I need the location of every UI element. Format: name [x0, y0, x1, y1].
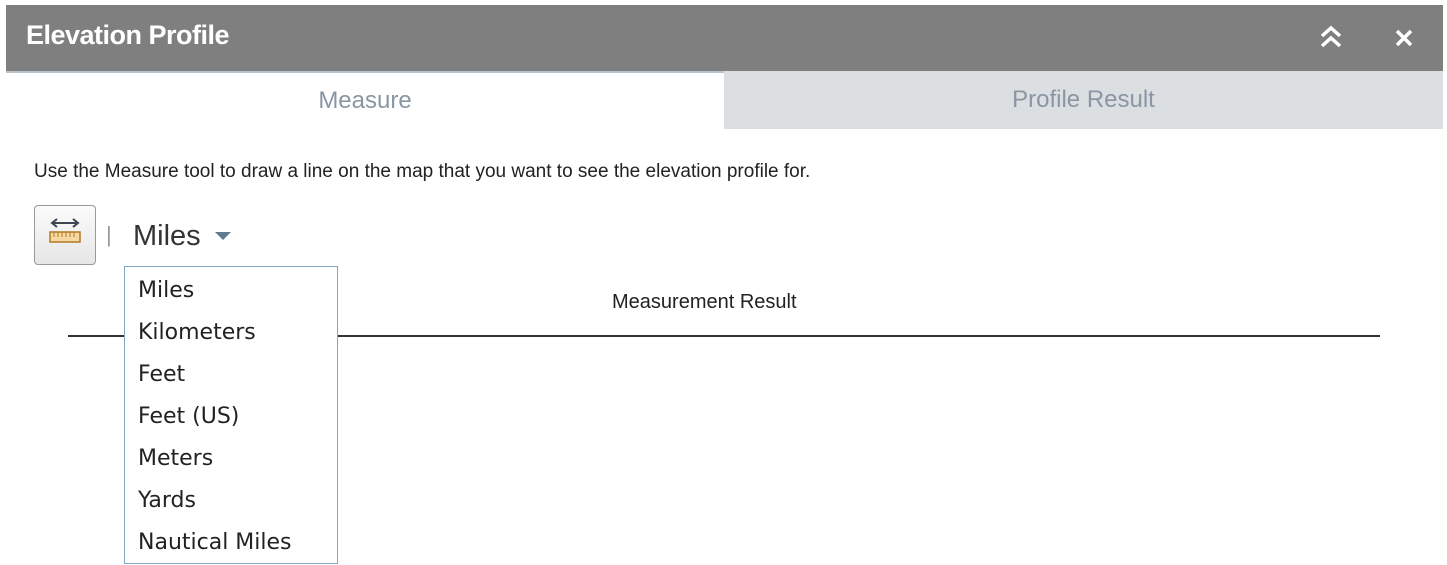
unit-option-yards[interactable]: Yards — [125, 480, 337, 522]
panel-title: Elevation Profile — [26, 20, 230, 50]
caret-down-icon — [214, 232, 231, 240]
close-button[interactable] — [1390, 23, 1418, 53]
tab-measure[interactable]: Measure — [6, 71, 724, 129]
unit-option-nautical-miles[interactable]: Nautical Miles — [125, 522, 337, 564]
title-bar: Elevation Profile — [6, 5, 1443, 71]
measurement-result-label: Measurement Result — [612, 291, 797, 313]
instructions-text: Use the Measure tool to draw a line on t… — [34, 161, 811, 182]
close-icon — [1395, 29, 1413, 47]
measure-distance-button[interactable] — [34, 205, 96, 265]
toolbar-separator: | — [106, 222, 112, 247]
unit-options-list: Miles Kilometers Feet Feet (US) Meters Y… — [124, 266, 338, 564]
unit-selected-value: Miles — [133, 219, 201, 252]
unit-option-meters[interactable]: Meters — [125, 438, 337, 480]
double-chevron-up-icon — [1320, 25, 1342, 48]
unit-option-feet[interactable]: Feet — [125, 354, 337, 396]
unit-dropdown[interactable]: Miles — [133, 218, 231, 254]
unit-option-miles[interactable]: Miles — [125, 270, 337, 312]
collapse-button[interactable] — [1316, 21, 1346, 53]
unit-option-feet-us[interactable]: Feet (US) — [125, 396, 337, 438]
tab-profile-result[interactable]: Profile Result — [724, 71, 1443, 129]
unit-option-kilometers[interactable]: Kilometers — [125, 312, 337, 354]
elevation-profile-panel: Elevation Profile Measure Profile Result… — [0, 0, 1447, 565]
ruler-measure-icon — [49, 218, 81, 243]
